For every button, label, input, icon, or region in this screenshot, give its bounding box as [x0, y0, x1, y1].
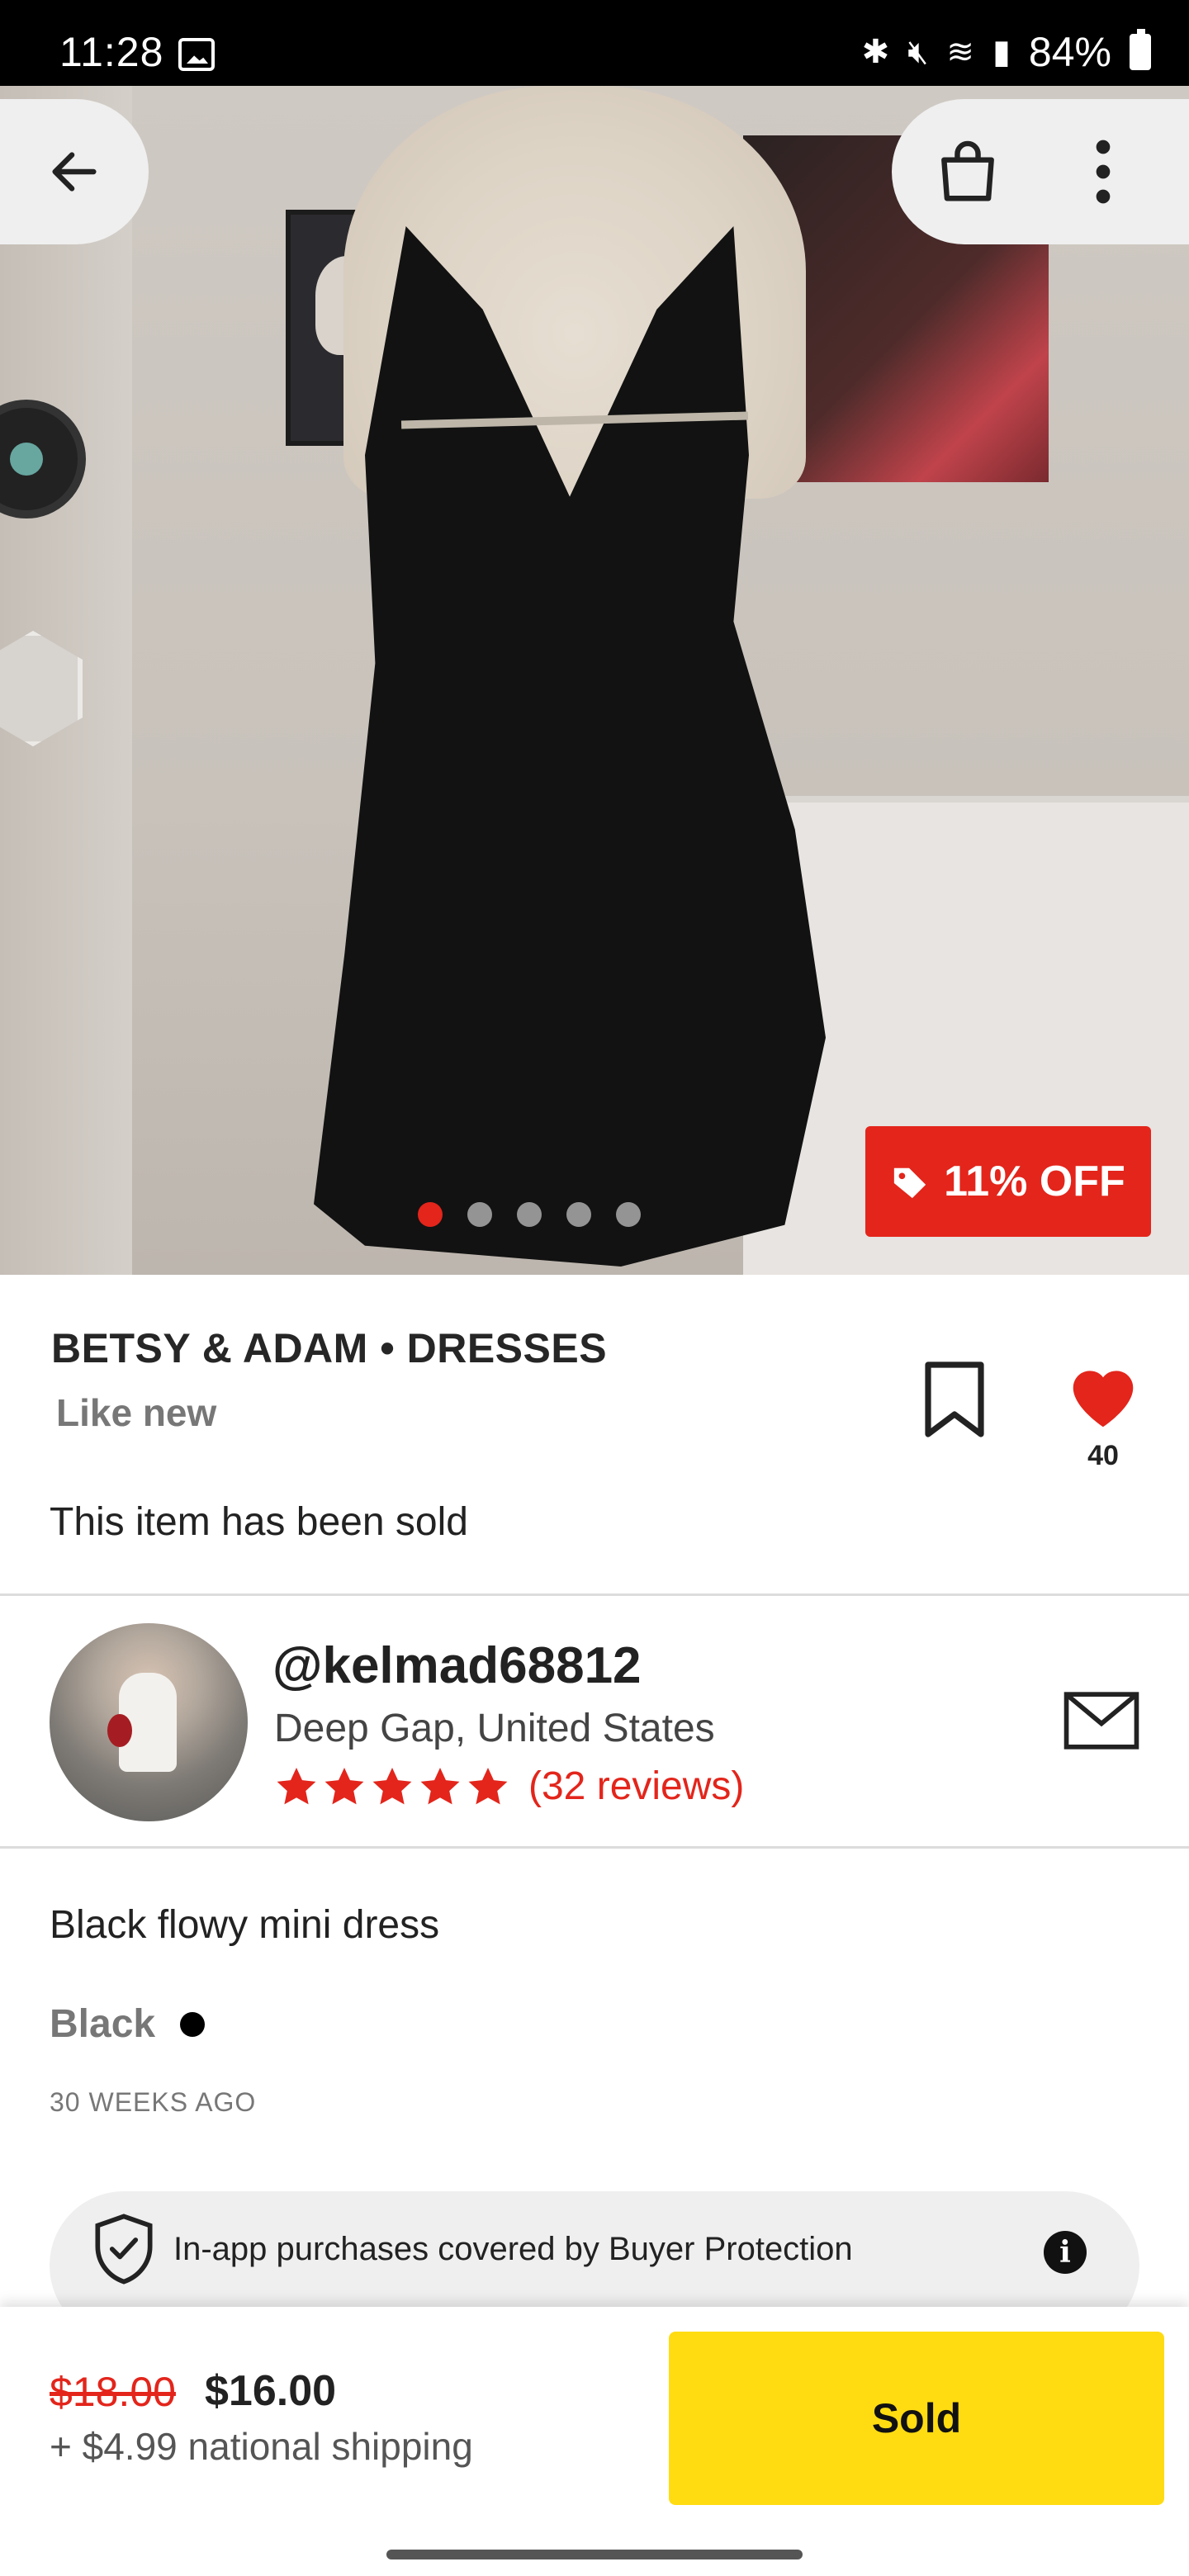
gallery-icon	[178, 38, 215, 71]
shopping-bag-button[interactable]	[926, 130, 1009, 213]
more-options-button[interactable]	[1062, 130, 1144, 213]
color-row: Black	[50, 2001, 206, 2047]
shopping-bag-icon	[941, 140, 994, 201]
carousel-dot[interactable]	[566, 1202, 591, 1227]
sold-button[interactable]: Sold	[669, 2332, 1164, 2505]
like-button[interactable]	[1060, 1354, 1146, 1437]
seller-username[interactable]: @kelmad68812	[272, 1636, 642, 1695]
seller-rating[interactable]: (32 reviews)	[274, 1764, 744, 1809]
carousel-dot[interactable]	[517, 1202, 542, 1227]
carousel-dot[interactable]	[616, 1202, 641, 1227]
status-time: 11:28	[59, 29, 164, 75]
original-price: $18.00	[50, 2369, 176, 2415]
buyer-protection-text: In-app purchases covered by Buyer Protec…	[173, 2230, 853, 2267]
star-icon	[420, 1767, 460, 1804]
shipping-cost: + $4.99 national shipping	[50, 2425, 473, 2468]
color-name: Black	[50, 2002, 156, 2046]
message-seller-button[interactable]	[1062, 1689, 1141, 1752]
bookmark-icon	[925, 1361, 984, 1437]
purchase-bar: $18.00 $16.00 + $4.99 national shipping …	[0, 2307, 1189, 2526]
battery-percent: 84%	[1028, 29, 1111, 75]
divider	[0, 1846, 1189, 1849]
product-image[interactable]	[0, 86, 1189, 1275]
brand-separator: •	[367, 1325, 407, 1371]
more-vertical-icon	[1096, 140, 1111, 204]
seller-location: Deep Gap, United States	[274, 1707, 715, 1750]
back-button[interactable]	[0, 99, 149, 244]
wifi-icon: ≋	[946, 34, 974, 70]
seller-avatar[interactable]	[50, 1623, 248, 1821]
sold-message: This item has been sold	[50, 1500, 468, 1544]
mute-icon: 🔇︎	[907, 33, 929, 70]
battery-icon	[1130, 29, 1151, 70]
star-icon	[277, 1767, 316, 1804]
reviews-link[interactable]: (32 reviews)	[528, 1764, 744, 1809]
star-icon	[324, 1767, 364, 1804]
category-link[interactable]: DRESSES	[407, 1325, 607, 1371]
arrow-left-icon	[52, 152, 97, 192]
carousel-dot[interactable]	[467, 1202, 492, 1227]
brand-link[interactable]: BETSY & ADAM	[51, 1325, 368, 1371]
brand-category: BETSY & ADAM • DRESSES	[51, 1324, 607, 1372]
heart-icon	[1073, 1371, 1134, 1428]
status-bar: 11:28 ✱ 🔇︎ ≋ ▮ 84%	[0, 0, 1189, 86]
navigation-bar	[0, 2526, 1189, 2576]
star-icon	[468, 1767, 508, 1804]
bluetooth-icon: ✱	[861, 34, 890, 70]
discount-badge: 11% OFF	[865, 1126, 1151, 1237]
current-price: $16.00	[205, 2367, 337, 2415]
shield-check-icon	[95, 2214, 153, 2285]
info-icon[interactable]: i	[1044, 2231, 1087, 2274]
like-count: 40	[1087, 1440, 1119, 1471]
condition-label: Like new	[56, 1391, 217, 1434]
divider	[0, 1593, 1189, 1596]
color-swatch	[180, 2011, 206, 2037]
signal-icon: ▮	[992, 34, 1011, 70]
posted-time: 30 WEEKS AGO	[50, 2087, 257, 2117]
home-indicator[interactable]	[386, 2550, 803, 2559]
mail-icon	[1063, 1692, 1139, 1750]
top-actions	[892, 99, 1189, 244]
star-icon	[372, 1767, 412, 1804]
rating-stars	[274, 1764, 510, 1809]
status-icons: ✱ 🔇︎ ≋ ▮ 84%	[862, 28, 1151, 76]
carousel-dot[interactable]	[418, 1202, 443, 1227]
discount-label: 11% OFF	[944, 1158, 1125, 1205]
price-tag-icon	[891, 1163, 929, 1200]
item-description: Black flowy mini dress	[50, 1903, 440, 1947]
save-button[interactable]	[913, 1354, 996, 1445]
